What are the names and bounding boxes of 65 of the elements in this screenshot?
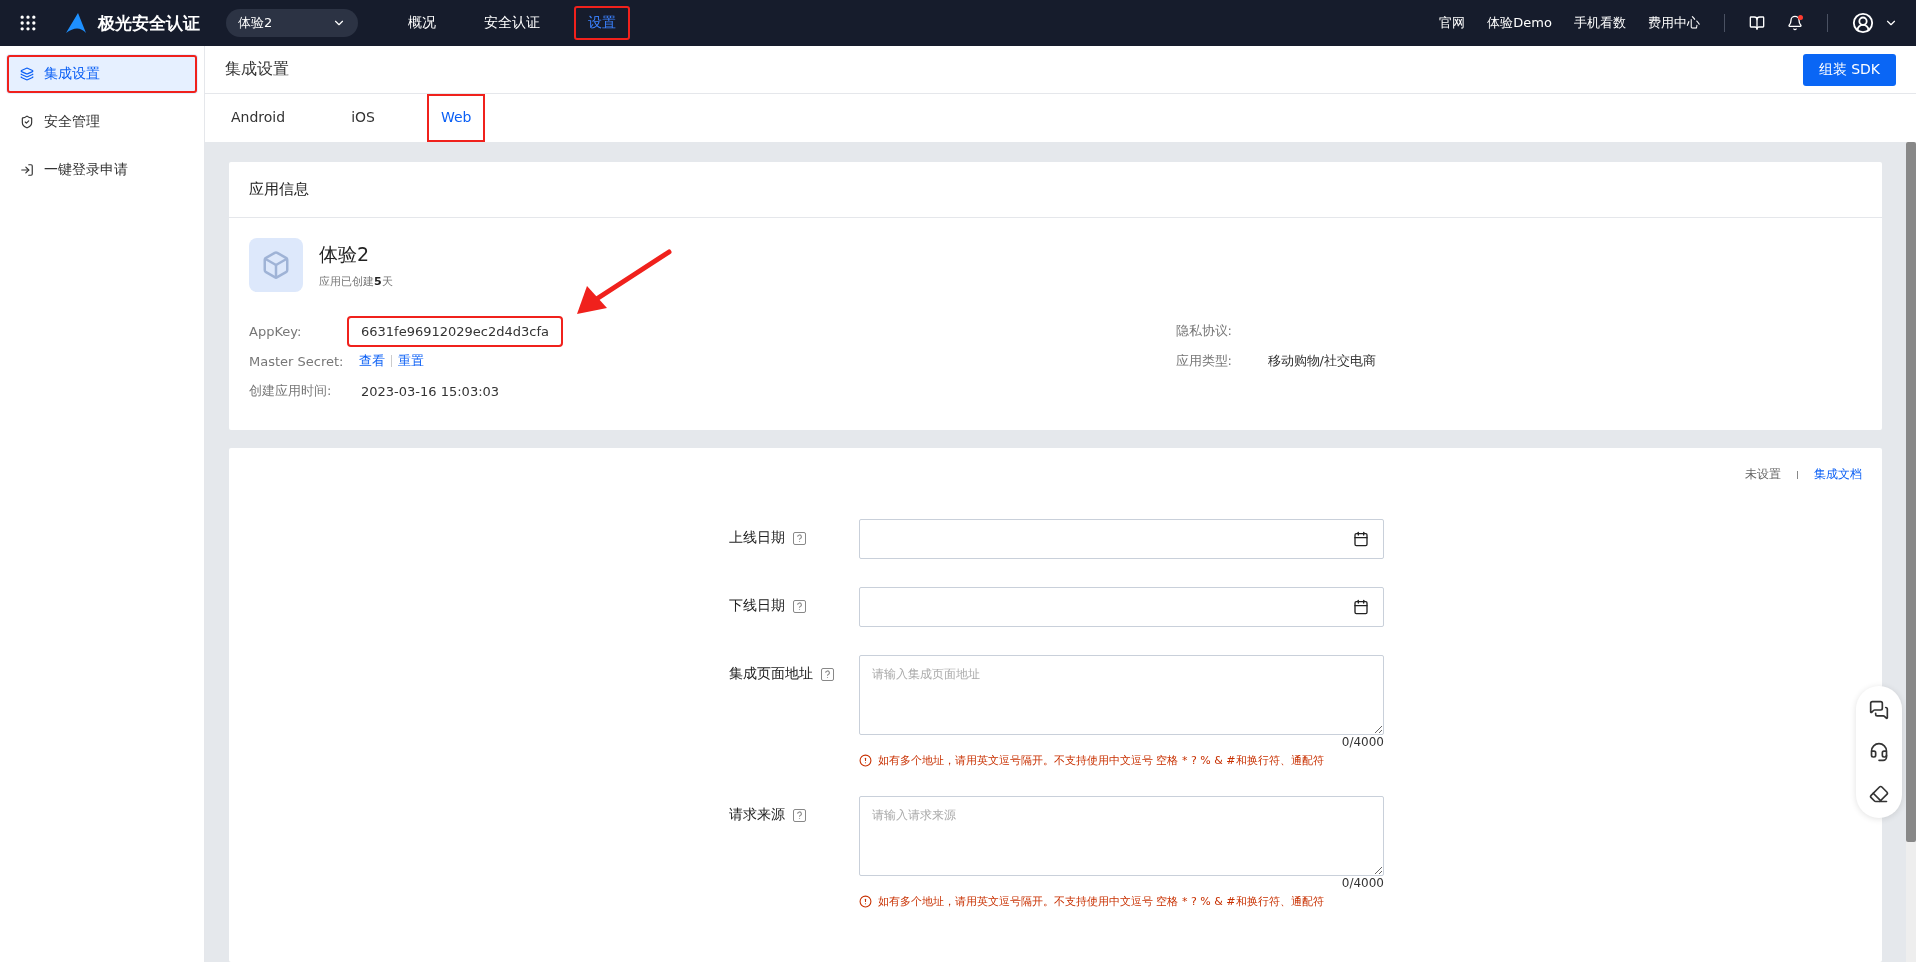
logo-icon xyxy=(64,12,88,34)
help-icon[interactable] xyxy=(793,809,806,822)
help-icon[interactable] xyxy=(821,668,834,681)
nav-tab[interactable]: 设置 xyxy=(574,6,630,40)
form-label: 下线日期 xyxy=(729,597,785,615)
bell-icon[interactable] xyxy=(1787,15,1803,31)
platform-tab[interactable]: Android xyxy=(217,94,300,142)
field-label: 应用类型: xyxy=(1175,352,1233,370)
calendar-icon[interactable] xyxy=(1353,599,1369,615)
form-label: 上线日期 xyxy=(729,529,785,547)
platform-tab[interactable]: iOS xyxy=(337,94,389,142)
top-link[interactable]: 费用中心 xyxy=(1648,14,1700,32)
top-link[interactable]: 手机看数 xyxy=(1574,14,1626,32)
hint-text: 如有多个地址，请用英文逗号隔开。不支持使用中文逗号 空格 * ? % & #和换行符、通配符 xyxy=(878,894,1324,909)
field-label: 创建应用时间: xyxy=(249,382,333,400)
help-icon[interactable] xyxy=(793,532,806,545)
card-title: 应用信息 xyxy=(229,162,1882,218)
app-grid-icon[interactable] xyxy=(18,13,38,33)
user-avatar-icon[interactable] xyxy=(1852,12,1874,34)
eraser-icon[interactable] xyxy=(1869,784,1889,804)
calendar-icon[interactable] xyxy=(1353,531,1369,547)
status-text: 未设置 xyxy=(1745,466,1781,483)
secret-link[interactable]: 重置 xyxy=(398,352,424,370)
book-icon[interactable] xyxy=(1749,15,1765,31)
scrollbar[interactable] xyxy=(1906,142,1916,962)
field-value: 2023-03-16 15:03:03 xyxy=(360,382,501,401)
field-value: 移动购物/社交电商 xyxy=(1266,352,1377,370)
app-select[interactable]: 体验2 xyxy=(226,9,358,37)
hint-text: 如有多个地址，请用英文逗号隔开。不支持使用中文逗号 空格 * ? % & #和换行符、通配符 xyxy=(878,753,1324,768)
chat-icon[interactable] xyxy=(1869,700,1889,720)
nav-tab[interactable]: 安全认证 xyxy=(470,6,554,40)
text-area[interactable]: 请输入集成页面地址 xyxy=(859,655,1384,735)
form-label: 请求来源 xyxy=(729,806,785,824)
char-counter: 0/4000 xyxy=(1341,735,1384,749)
created-note: 应用已创建5天 xyxy=(319,273,393,289)
top-link[interactable]: 体验Demo xyxy=(1487,14,1552,32)
page-title: 集成设置 xyxy=(225,59,289,80)
help-icon[interactable] xyxy=(793,600,806,613)
app-name: 体验2 xyxy=(319,241,371,267)
layers-icon xyxy=(20,67,34,81)
date-field[interactable] xyxy=(859,587,1384,627)
top-link[interactable]: 官网 xyxy=(1439,14,1466,32)
sidebar-item[interactable]: 安全管理 xyxy=(6,102,198,142)
field-label: 隐私协议: xyxy=(1175,322,1233,340)
sidebar-item[interactable]: 集成设置 xyxy=(6,54,198,94)
shield-icon xyxy=(20,115,34,129)
secret-link[interactable]: 查看 xyxy=(359,352,385,370)
brand-name: 极光安全认证 xyxy=(98,11,200,35)
warning-icon xyxy=(859,754,872,767)
field-value: 6631fe96912029ec2d4d3cfa xyxy=(347,315,563,347)
assemble-sdk-button[interactable]: 组装 SDK xyxy=(1802,53,1896,86)
field-label: Master Secret: xyxy=(249,353,345,369)
sidebar-item[interactable]: 一键登录申请 xyxy=(6,150,198,190)
headset-icon[interactable] xyxy=(1869,742,1889,762)
date-field[interactable] xyxy=(859,519,1384,559)
sign-in-icon xyxy=(20,163,34,177)
platform-tab[interactable]: Web xyxy=(426,94,486,142)
warning-icon xyxy=(859,895,872,908)
char-counter: 0/4000 xyxy=(1341,876,1384,890)
text-area[interactable]: 请输入请求来源 xyxy=(859,796,1384,876)
nav-tab[interactable]: 概况 xyxy=(394,6,450,40)
field-label: AppKey: xyxy=(249,323,303,339)
docs-link[interactable]: 集成文档 xyxy=(1814,466,1862,483)
cube-icon xyxy=(249,238,303,292)
form-label: 集成页面地址 xyxy=(729,665,813,683)
